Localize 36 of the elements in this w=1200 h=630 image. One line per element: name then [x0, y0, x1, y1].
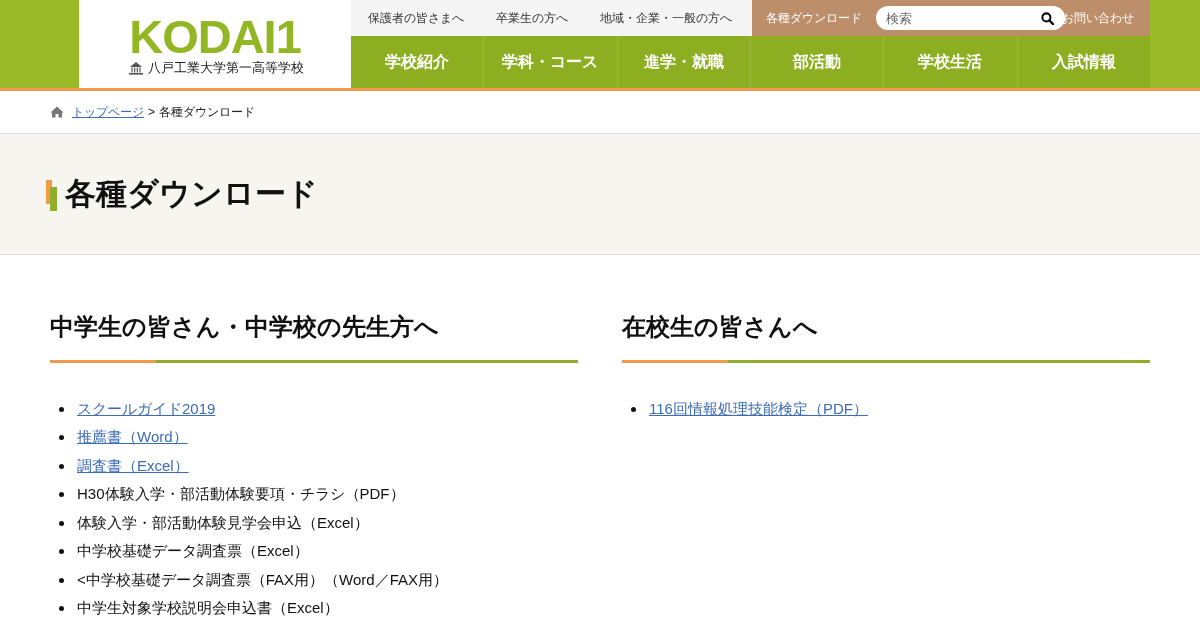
breadcrumb-separator: >	[148, 105, 155, 119]
download-item-text: H30体験入学・部活動体験要項・チラシ（PDF）	[77, 485, 405, 505]
bullet-icon	[59, 520, 64, 526]
bullet-icon	[59, 549, 64, 555]
bullet-icon	[59, 606, 64, 612]
bullet-icon	[59, 577, 64, 583]
logo-panel[interactable]: KODAI1 八戸工業大学第一高等学校	[79, 0, 351, 88]
section-heading: 在校生の皆さんへ	[622, 312, 818, 342]
section-heading: 中学生の皆さん・中学校の先生方へ	[50, 312, 439, 342]
logo-wordmark: KODAI1	[129, 16, 301, 57]
search-icon[interactable]	[1041, 11, 1054, 25]
download-link[interactable]: 推薦書（Word）	[77, 428, 188, 448]
accent-bar-icon	[46, 179, 57, 211]
breadcrumb-current: 各種ダウンロード	[159, 103, 255, 121]
home-icon[interactable]	[50, 106, 64, 118]
bullet-icon	[59, 463, 64, 469]
download-item-text: 中学校基礎データ調査票（Excel）	[77, 542, 309, 562]
download-link[interactable]: 116回情報処理技能検定（PDF）	[649, 399, 868, 419]
building-icon	[128, 60, 143, 75]
download-item-text: 体験入学・部活動体験見学会申込（Excel）	[77, 513, 369, 533]
top-link[interactable]: 保護者の皆さまへ	[352, 0, 480, 36]
bullet-icon	[59, 435, 64, 441]
page-title: 各種ダウンロード	[65, 175, 318, 213]
top-download-link[interactable]: 各種ダウンロード	[752, 0, 876, 36]
download-link[interactable]: スクールガイド2019	[77, 399, 216, 419]
bullet-icon	[59, 492, 64, 498]
top-link[interactable]: 地域・企業・一般の方へ	[584, 0, 748, 36]
breadcrumb-link[interactable]: トップページ	[72, 103, 144, 121]
school-name: 八戸工業大学第一高等学校	[147, 59, 304, 76]
download-item-text: 中学生対象学校説明会申込書（Excel）	[77, 599, 339, 619]
download-link[interactable]: 調査書（Excel）	[77, 456, 189, 476]
bullet-icon	[631, 406, 636, 412]
bullet-icon	[59, 406, 64, 412]
download-item-text: <中学校基礎データ調査票（FAX用）（Word／FAX用）	[77, 570, 448, 590]
search-field[interactable]: 検索	[876, 6, 1065, 30]
top-link[interactable]: 卒業生の方へ	[480, 0, 584, 36]
